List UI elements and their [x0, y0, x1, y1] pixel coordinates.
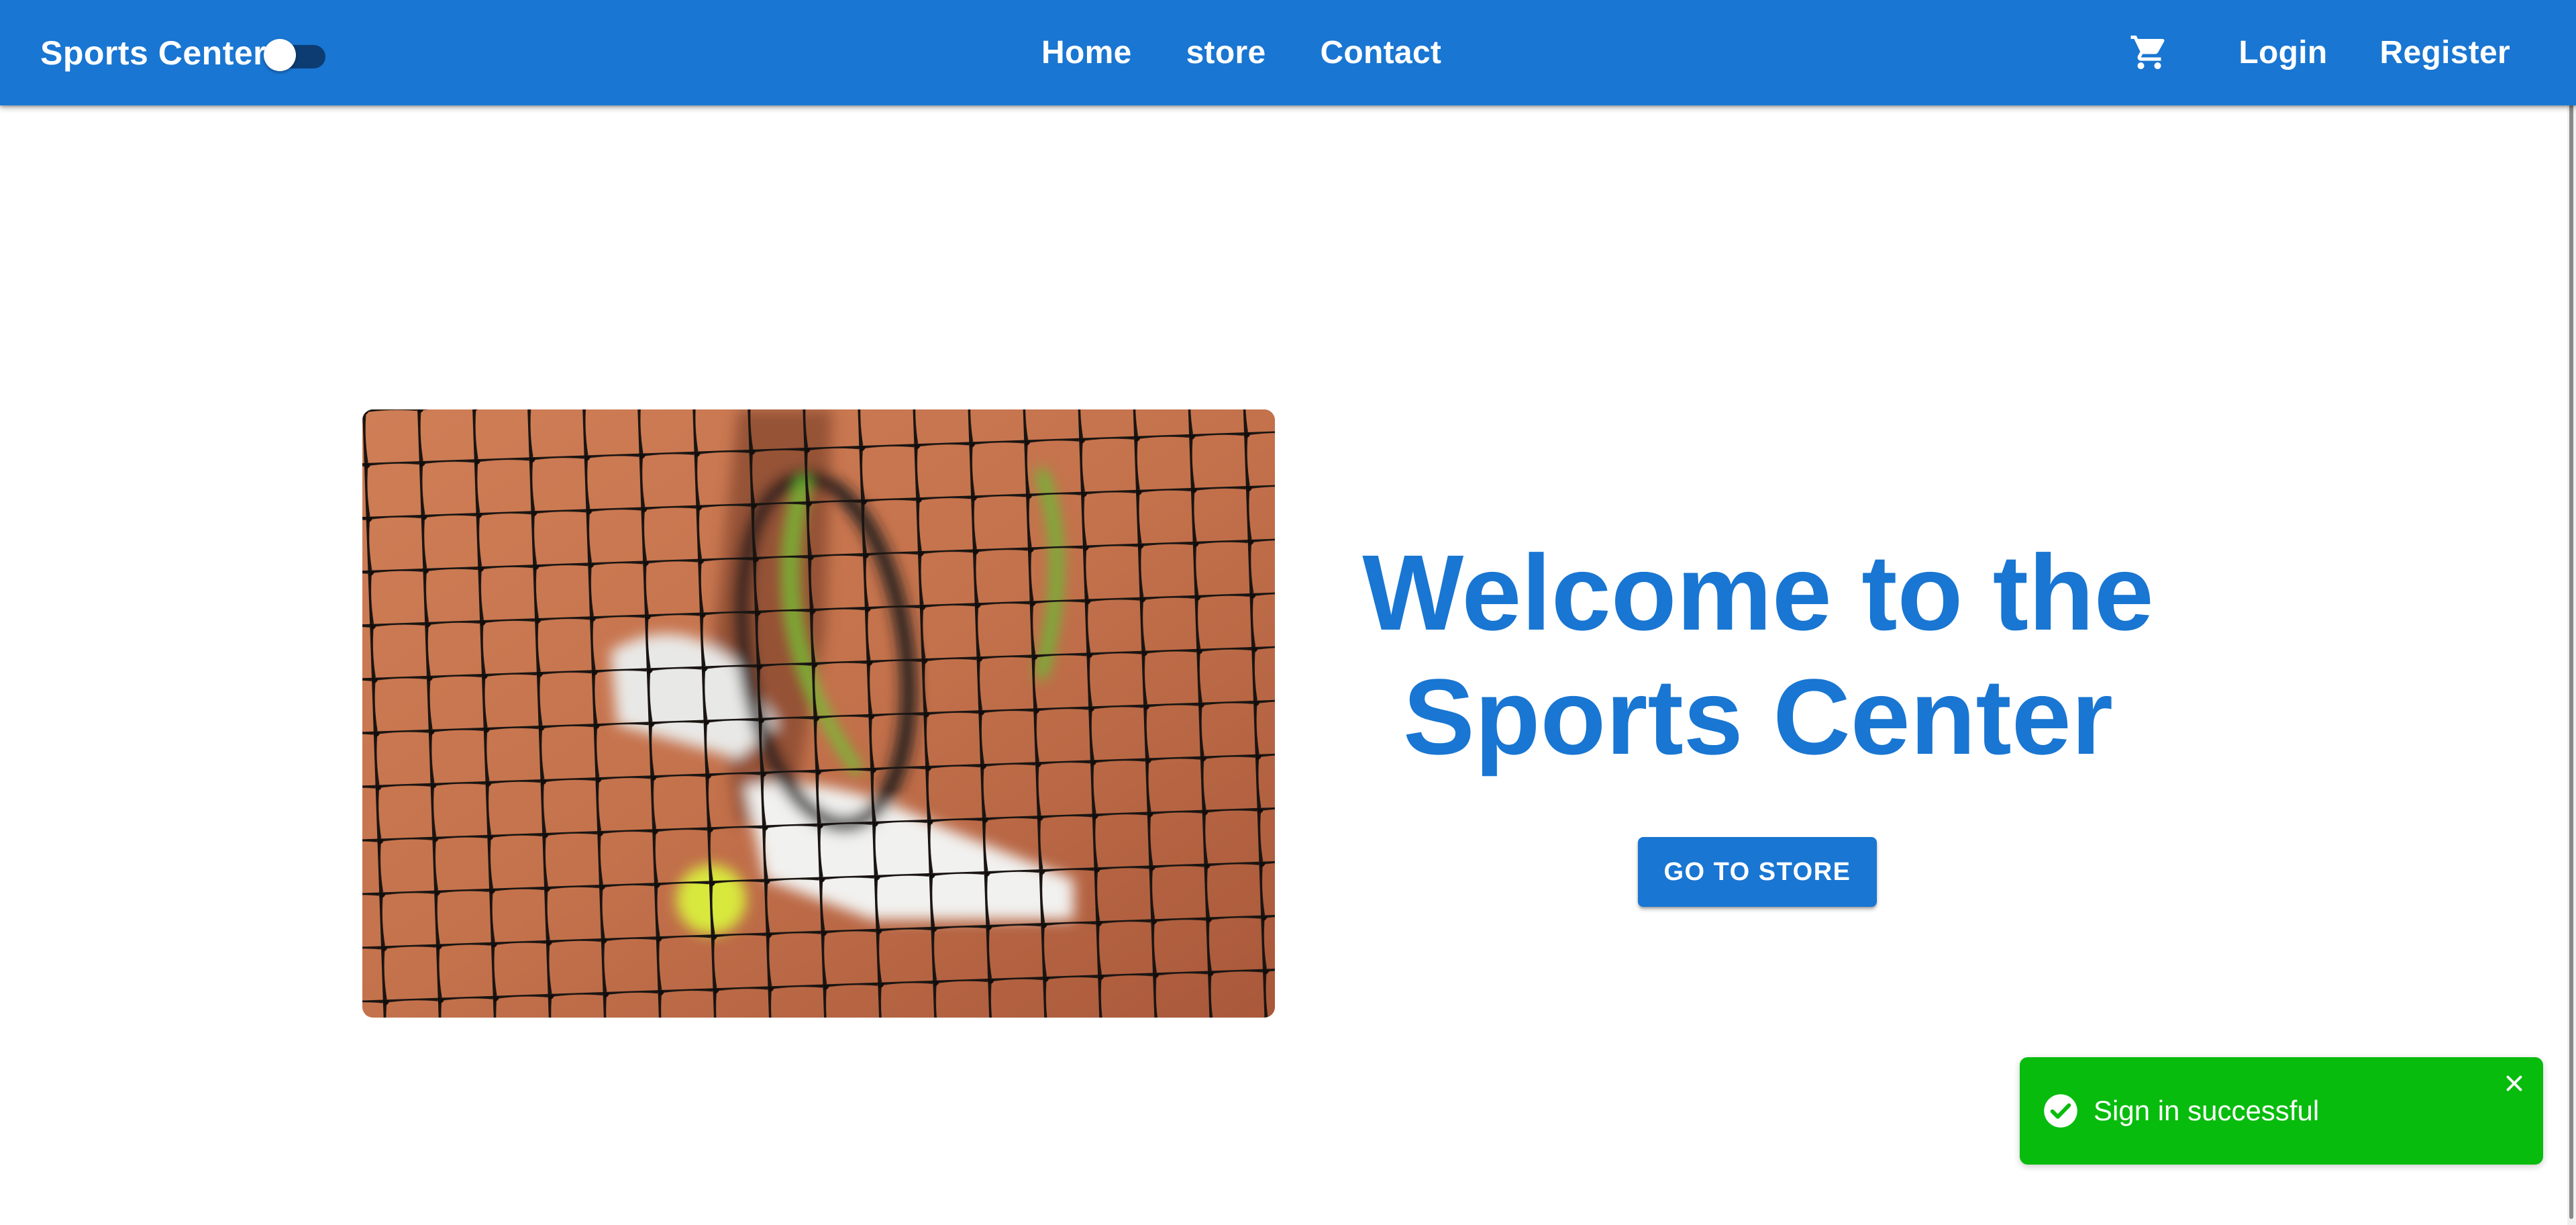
nav-login[interactable]: Login: [2238, 34, 2327, 71]
toast-message: Sign in successful: [2094, 1095, 2320, 1126]
hero-title: Welcome to the Sports Center: [1362, 532, 2154, 777]
toast-notification: Sign in successful: [2020, 1057, 2543, 1165]
hero-image: [362, 409, 1275, 1018]
scrollbar-thumb[interactable]: [2569, 4, 2573, 1219]
page-scrollbar[interactable]: [2567, 0, 2576, 1225]
app-bar: Sports Center Home store Contact Login R…: [0, 0, 2576, 105]
nav-store[interactable]: store: [1186, 34, 1266, 71]
check-circle-icon: [2043, 1093, 2079, 1129]
nav-register[interactable]: Register: [2380, 34, 2510, 71]
close-icon[interactable]: [2502, 1071, 2527, 1096]
brand-title[interactable]: Sports Center: [40, 34, 266, 72]
theme-toggle-thumb: [264, 39, 296, 71]
main-nav: Home store Contact: [1041, 0, 1441, 105]
theme-toggle[interactable]: [264, 39, 329, 71]
nav-home[interactable]: Home: [1041, 34, 1132, 71]
auth-nav: Login Register: [2238, 0, 2510, 105]
nav-contact[interactable]: Contact: [1320, 34, 1441, 71]
shopping-cart-icon[interactable]: [2128, 32, 2170, 72]
go-to-store-button[interactable]: GO TO STORE: [1638, 837, 1877, 907]
